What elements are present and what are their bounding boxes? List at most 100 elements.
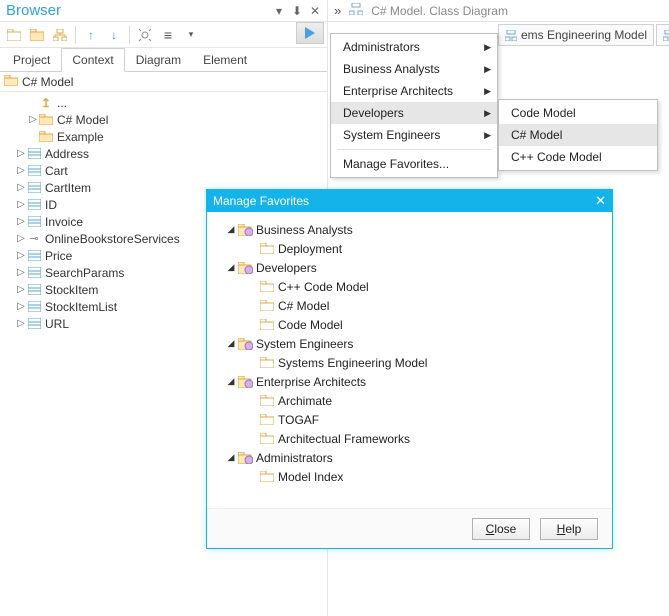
cls-icon [26, 301, 42, 312]
diagram-tab-icon [505, 30, 517, 41]
favorites-item[interactable]: C++ Code Model [211, 277, 608, 296]
favorites-group[interactable]: ◢Business Analysts [211, 220, 608, 239]
move-up-icon[interactable]: ↑ [81, 25, 101, 45]
menu-item-label: Enterprise Architects [343, 84, 453, 98]
tree-item-label: Price [45, 249, 72, 263]
tree-item[interactable]: ↥... [4, 94, 327, 111]
tab-element[interactable]: Element [192, 48, 258, 72]
favorites-group[interactable]: ◢ Enterprise Architects [211, 372, 608, 391]
document-tab[interactable]: ems Engineering Model [498, 24, 654, 46]
new-package-icon[interactable] [4, 25, 24, 45]
expander-icon[interactable]: ◢ [225, 452, 237, 463]
document-tab[interactable]: * C [656, 24, 669, 46]
folder-icon [259, 357, 275, 368]
tree-item[interactable]: ▷ Address [4, 145, 327, 162]
tree-item[interactable]: ▷ Cart [4, 162, 327, 179]
browser-tabstrip: Project Context Diagram Element [0, 48, 327, 72]
expand-icon[interactable]: » [334, 3, 341, 18]
tree-item-label: StockItemList [45, 300, 117, 314]
tree-item[interactable]: Example [4, 128, 327, 145]
menu-item[interactable]: Business Analysts▶ [331, 58, 497, 80]
favorites-tree[interactable]: ◢Business AnalystsDeployment◢DevelopersC… [207, 212, 612, 508]
dialog-titlebar[interactable]: Manage Favorites ✕ [207, 190, 612, 212]
run-button[interactable] [296, 22, 324, 44]
expander-icon[interactable]: ▷ [16, 267, 26, 278]
favorites-item[interactable]: C# Model [211, 296, 608, 315]
expander-icon[interactable]: ▷ [28, 114, 38, 125]
tab-diagram[interactable]: Diagram [125, 48, 192, 72]
cls-icon [26, 267, 42, 278]
favorites-item[interactable]: Archimate [211, 391, 608, 410]
close-icon[interactable]: ✕ [595, 193, 606, 209]
expander-icon[interactable]: ▷ [16, 216, 26, 227]
expander-icon[interactable]: ▷ [16, 233, 26, 244]
favorites-item[interactable]: Systems Engineering Model [211, 353, 608, 372]
cls-icon [26, 216, 42, 227]
menu-item[interactable]: Administrators▶ [331, 36, 497, 58]
tree-item-label: ID [45, 198, 57, 212]
dropdown-icon[interactable]: ▾ [273, 4, 285, 18]
cls-icon [26, 148, 42, 159]
tree-item-label: Example [57, 130, 104, 144]
expander-icon[interactable]: ▷ [16, 318, 26, 329]
right-toolbar: » C# Model. Class Diagram [328, 0, 669, 22]
expander-icon[interactable]: ◢ [225, 338, 237, 349]
hamburger-icon[interactable]: ≡ [158, 25, 178, 45]
favorites-item[interactable]: Architectual Frameworks [211, 429, 608, 448]
browser-title: Browser [6, 2, 273, 19]
expander-icon[interactable]: ▷ [16, 284, 26, 295]
tab-project[interactable]: Project [2, 48, 61, 72]
favorites-group[interactable]: ◢System Engineers [211, 334, 608, 353]
submenu-item[interactable]: Code Model [499, 102, 657, 124]
favorites-group[interactable]: ◢Administrators [211, 448, 608, 467]
context-menu[interactable]: Administrators▶Business Analysts▶Enterpr… [330, 33, 498, 178]
breadcrumb-text: C# Model [22, 75, 73, 89]
tree-item-label: Cart [45, 164, 68, 178]
submenu-item-label: Code Model [511, 106, 576, 120]
diagram-title: C# Model. Class Diagram [371, 4, 508, 18]
move-down-icon[interactable]: ↓ [104, 25, 124, 45]
folder-icon [259, 471, 275, 482]
expander-icon[interactable]: ◢ [225, 224, 237, 235]
new-model-icon[interactable] [27, 25, 47, 45]
expander-icon[interactable]: ▷ [16, 148, 26, 159]
context-submenu[interactable]: Code Model C# ModelC++ Code Model [498, 99, 658, 171]
help-button[interactable]: Help [540, 518, 598, 540]
link-icon[interactable] [135, 25, 155, 45]
cls-icon [26, 250, 42, 261]
dropdown-arrow-icon[interactable]: ▾ [181, 25, 201, 45]
favorites-item[interactable]: Deployment [211, 239, 608, 258]
tree-item[interactable]: ▷ C# Model [4, 111, 327, 128]
favorites-item[interactable]: Code Model [211, 315, 608, 334]
if-icon: ⊸ [26, 232, 42, 245]
expander-icon[interactable]: ▷ [16, 182, 26, 193]
close-panel-icon[interactable]: ✕ [309, 4, 321, 18]
favorites-item[interactable]: TOGAF [211, 410, 608, 429]
tab-context[interactable]: Context [61, 48, 124, 72]
close-button[interactable]: Close [472, 518, 530, 540]
expander-icon[interactable]: ▷ [16, 165, 26, 176]
favorites-item[interactable]: Model Index [211, 467, 608, 486]
menu-item-label: Manage Favorites... [343, 157, 449, 171]
hierarchy-icon[interactable] [50, 25, 70, 45]
chevron-right-icon: ▶ [484, 130, 491, 141]
submenu-item[interactable]: C++ Code Model [499, 146, 657, 168]
submenu-item[interactable]: C# Model [499, 124, 657, 146]
favorites-label: Enterprise Architects [256, 375, 366, 389]
expander-icon[interactable]: ▷ [16, 199, 26, 210]
expander-icon[interactable]: ◢ [225, 262, 237, 273]
expander-icon[interactable]: ▷ [16, 250, 26, 261]
cls-icon [26, 199, 42, 210]
menu-item[interactable]: Developers▶ [331, 102, 497, 124]
browser-breadcrumb[interactable]: C# Model [0, 72, 327, 92]
pin-icon[interactable]: ⬇ [291, 4, 303, 18]
menu-item[interactable]: System Engineers▶ [331, 124, 497, 146]
expander-icon[interactable]: ▷ [16, 301, 26, 312]
diagram-icon[interactable] [349, 3, 363, 18]
tree-item-label: Address [45, 147, 89, 161]
menu-item[interactable]: Manage Favorites... [331, 153, 497, 175]
tree-item-label: C# Model [57, 113, 108, 127]
menu-item[interactable]: Enterprise Architects▶ [331, 80, 497, 102]
expander-icon[interactable]: ◢ [225, 376, 237, 387]
favorites-group[interactable]: ◢Developers [211, 258, 608, 277]
